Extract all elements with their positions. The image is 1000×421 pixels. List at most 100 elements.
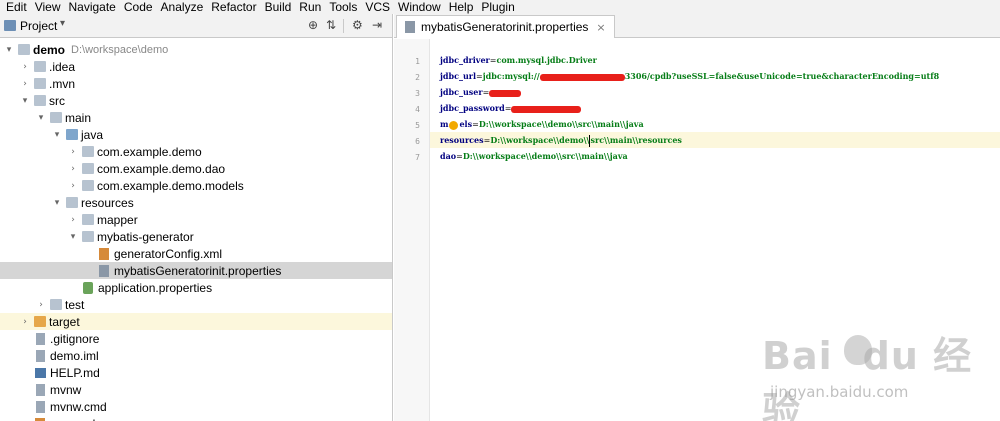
chevron-right-icon[interactable]: › xyxy=(36,300,46,310)
property-key: m xyxy=(440,119,449,129)
redaction-mark xyxy=(511,105,582,113)
tree-item[interactable]: ▾ java xyxy=(0,126,392,143)
menu-refactor[interactable]: Refactor xyxy=(211,0,256,14)
property-key: jdbc_user xyxy=(440,87,483,97)
equals-sign: = xyxy=(482,88,490,97)
hide-panel-icon[interactable]: ⇥ xyxy=(372,18,382,32)
tree-item[interactable]: ▾ demo D:\workspace\demo xyxy=(0,41,392,58)
line-number: 2 xyxy=(415,73,420,82)
property-value: D:\\workspace\\demo\\ xyxy=(490,135,590,145)
menu-help[interactable]: Help xyxy=(449,0,474,14)
property-value: D:\\workspace\\demo\\src\\main\\java xyxy=(478,119,644,129)
project-panel-title[interactable]: Project xyxy=(20,19,57,33)
line-number: 7 xyxy=(415,153,420,162)
tree-item-label: application.properties xyxy=(98,280,213,295)
file-icon xyxy=(36,332,45,345)
tree-item[interactable]: mvnw xyxy=(0,381,392,398)
tree-item-label: mapper xyxy=(97,212,138,227)
tree-item[interactable]: .gitignore xyxy=(0,330,392,347)
code-line[interactable]: resources=D:\\workspace\\demo\\src\\main… xyxy=(430,132,1000,148)
tree-item-label: target xyxy=(49,314,80,329)
editor-tab[interactable]: mybatisGeneratorinit.properties × xyxy=(396,15,615,38)
property-value: src\\main\\resources xyxy=(590,135,682,145)
menu-vcs[interactable]: VCS xyxy=(365,0,390,14)
menu-run[interactable]: Run xyxy=(299,0,321,14)
property-key: jdbc_password xyxy=(440,103,505,113)
tree-item[interactable]: ▾ src xyxy=(0,92,392,109)
tree-item-label: com.example.demo.dao xyxy=(97,161,226,176)
tree-item[interactable]: › test xyxy=(0,296,392,313)
tree-item-label: com.example.demo.models xyxy=(97,178,244,193)
tree-item[interactable]: ▾ main xyxy=(0,109,392,126)
chevron-right-icon[interactable]: › xyxy=(20,62,30,72)
source-folder-icon xyxy=(66,129,78,140)
tree-item[interactable]: › com.example.demo xyxy=(0,143,392,160)
tree-item[interactable]: mvnw.cmd xyxy=(0,398,392,415)
equals-sign: = xyxy=(504,104,512,113)
chevron-right-icon[interactable]: › xyxy=(68,181,78,191)
tree-item-label: mybatisGeneratorinit.properties xyxy=(114,263,282,278)
code-line[interactable]: m els=D:\\workspace\\demo\\src\\main\\jav… xyxy=(440,116,644,132)
code-line[interactable]: jdbc_password= xyxy=(440,100,582,116)
menu-view[interactable]: View xyxy=(35,0,61,14)
chevron-right-icon[interactable]: › xyxy=(20,317,30,327)
tree-item[interactable]: HELP.md xyxy=(0,364,392,381)
chevron-down-icon[interactable]: ▾ xyxy=(52,130,62,140)
gear-icon[interactable]: ⚙ xyxy=(352,18,363,32)
chevron-down-icon[interactable]: ▾ xyxy=(20,96,30,106)
tree-item[interactable]: ▾ mybatis-generator xyxy=(0,228,392,245)
tree-item[interactable]: › com.example.demo.dao xyxy=(0,160,392,177)
tree-item[interactable]: ▾ resources xyxy=(0,194,392,211)
chevron-right-icon[interactable]: › xyxy=(68,164,78,174)
chevron-down-icon[interactable]: ▾ xyxy=(60,18,65,29)
menu-window[interactable]: Window xyxy=(398,0,441,14)
tree-item-label: mvnw.cmd xyxy=(50,399,107,414)
property-key: jdbc_driver xyxy=(440,55,490,65)
menu-navigate[interactable]: Navigate xyxy=(68,0,115,14)
tree-item[interactable]: demo.iml xyxy=(0,347,392,364)
tree-item-label: .idea xyxy=(49,59,76,74)
tree-item[interactable]: › .mvn xyxy=(0,75,392,92)
menu-edit[interactable]: Edit xyxy=(6,0,27,14)
intention-bulb-icon[interactable] xyxy=(449,120,459,130)
code-line[interactable]: jdbc_url=jdbc:mysql:// 3306/cpdb?useSSL=f… xyxy=(440,68,939,84)
property-value: D:\\workspace\\demo\\src\\main\\java xyxy=(462,151,628,161)
equals-sign: = xyxy=(456,152,463,161)
tree-item-label: .mvn xyxy=(49,76,76,91)
collapse-all-icon[interactable]: ⇅ xyxy=(326,18,336,32)
tree-item[interactable]: › target xyxy=(0,313,392,330)
tree-item[interactable]: application.properties xyxy=(0,279,392,296)
menu-plugin[interactable]: Plugin xyxy=(481,0,514,14)
file-icon xyxy=(36,383,45,396)
chevron-right-icon[interactable]: › xyxy=(68,147,78,157)
properties-file-icon xyxy=(405,21,415,33)
chevron-right-icon[interactable]: › xyxy=(68,215,78,225)
menu-tools[interactable]: Tools xyxy=(329,0,357,14)
tree-item[interactable]: › mapper xyxy=(0,211,392,228)
tree-item[interactable]: › .idea xyxy=(0,58,392,75)
menu-analyze[interactable]: Analyze xyxy=(161,0,204,14)
tree-item[interactable]: pom.xml xyxy=(0,415,392,421)
code-line[interactable]: jdbc_user= xyxy=(440,84,522,100)
tree-item[interactable]: generatorConfig.xml xyxy=(0,245,392,262)
tree-item-label: com.example.demo xyxy=(97,144,202,159)
tree-item[interactable]: › com.example.demo.models xyxy=(0,177,392,194)
locate-file-icon[interactable]: ⊕ xyxy=(308,18,318,32)
tree-item[interactable]: mybatisGeneratorinit.properties xyxy=(0,262,392,279)
menu-build[interactable]: Build xyxy=(265,0,292,14)
chevron-down-icon[interactable]: ▾ xyxy=(4,45,14,55)
menu-code[interactable]: Code xyxy=(124,0,153,14)
tree-item-label: resources xyxy=(81,195,134,210)
property-value: jdbc:mysql:// xyxy=(482,71,540,81)
close-icon[interactable]: × xyxy=(596,21,605,34)
chevron-down-icon[interactable]: ▾ xyxy=(36,113,46,123)
package-icon xyxy=(82,163,94,174)
paw-icon xyxy=(844,335,872,365)
chevron-down-icon[interactable]: ▾ xyxy=(68,232,78,242)
line-number: 4 xyxy=(415,105,420,114)
properties-file-icon xyxy=(99,264,109,277)
chevron-right-icon[interactable]: › xyxy=(20,79,30,89)
code-line[interactable]: dao=D:\\workspace\\demo\\src\\main\\java xyxy=(440,148,628,164)
code-line[interactable]: jdbc_driver=com.mysql.jdbc.Driver xyxy=(440,52,597,68)
chevron-down-icon[interactable]: ▾ xyxy=(52,198,62,208)
